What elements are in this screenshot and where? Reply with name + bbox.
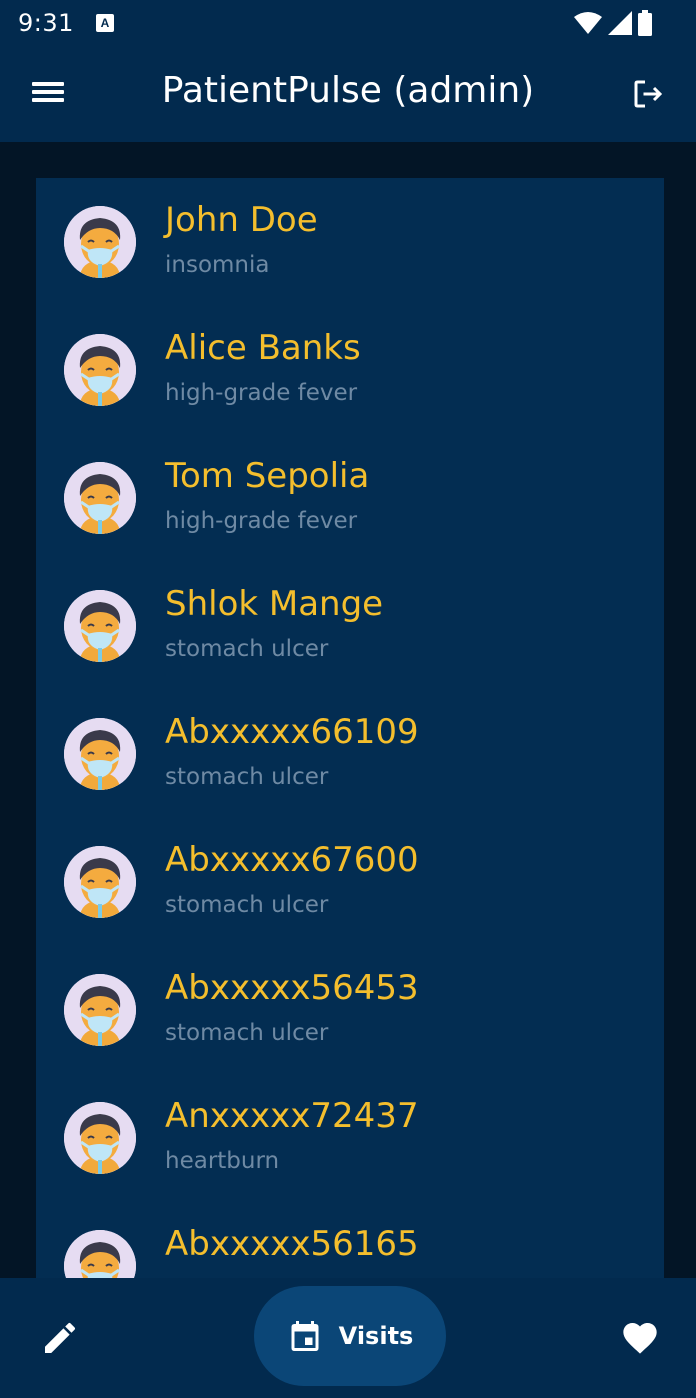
patient-name: Anxxxxx72437 bbox=[165, 1096, 419, 1136]
patient-avatar bbox=[64, 334, 136, 406]
logout-button[interactable] bbox=[630, 76, 666, 112]
status-time: 9:31 bbox=[18, 9, 74, 37]
app-bar: PatientPulse (admin) bbox=[0, 46, 696, 142]
patient-mask-avatar-icon bbox=[64, 974, 136, 1046]
calendar-icon bbox=[291, 1321, 319, 1351]
favorite-button[interactable] bbox=[620, 1318, 660, 1358]
patient-mask-avatar-icon bbox=[64, 846, 136, 918]
battery-icon bbox=[638, 10, 652, 36]
patient-condition: stomach ulcer bbox=[165, 1020, 329, 1046]
patient-mask-avatar-icon bbox=[64, 718, 136, 790]
patient-list-item[interactable]: Tom Sepolia high-grade fever bbox=[36, 434, 664, 562]
patient-name: Alice Banks bbox=[165, 328, 361, 368]
patient-condition: high-grade fever bbox=[165, 508, 358, 534]
patient-mask-avatar-icon bbox=[64, 590, 136, 662]
patient-name: Abxxxxx66109 bbox=[165, 712, 419, 752]
patient-avatar bbox=[64, 974, 136, 1046]
visits-label: Visits bbox=[338, 1322, 414, 1350]
edit-button[interactable] bbox=[40, 1318, 80, 1358]
patient-avatar bbox=[64, 462, 136, 534]
visits-button[interactable]: Visits bbox=[254, 1286, 446, 1386]
patient-list-item[interactable]: Anxxxxx72437 heartburn bbox=[36, 1074, 664, 1202]
patient-list-item[interactable]: Abxxxxx56453 stomach ulcer bbox=[36, 946, 664, 1074]
patient-list-item[interactable]: Shlok Mange stomach ulcer bbox=[36, 562, 664, 690]
patient-name: Abxxxxx67600 bbox=[165, 840, 419, 880]
patient-name: John Doe bbox=[165, 200, 318, 240]
pencil-icon bbox=[45, 1322, 75, 1353]
patient-condition: high-grade fever bbox=[165, 380, 358, 406]
patient-mask-avatar-icon bbox=[64, 1102, 136, 1174]
patient-condition: heartburn bbox=[165, 1148, 280, 1174]
patient-list-item[interactable]: Abxxxxx67600 stomach ulcer bbox=[36, 818, 664, 946]
patient-mask-avatar-icon bbox=[64, 206, 136, 278]
app-title: PatientPulse (admin) bbox=[161, 70, 535, 111]
status-icons bbox=[574, 10, 652, 36]
patient-avatar bbox=[64, 846, 136, 918]
patient-condition: stomach ulcer bbox=[165, 636, 329, 662]
patient-avatar bbox=[64, 1230, 136, 1278]
notification-badge-icon: A bbox=[95, 14, 114, 32]
patient-avatar bbox=[64, 590, 136, 662]
patient-name: Tom Sepolia bbox=[165, 456, 370, 496]
patient-list-item[interactable]: John Doe insomnia bbox=[36, 178, 664, 306]
heart-icon bbox=[623, 1323, 657, 1354]
bottom-bar: Visits bbox=[0, 1278, 696, 1398]
patient-avatar bbox=[64, 718, 136, 790]
signal-icon bbox=[608, 11, 632, 35]
patient-condition: insomnia bbox=[165, 252, 270, 278]
patient-name: Abxxxxx56453 bbox=[165, 968, 419, 1008]
patient-condition: stomach ulcer bbox=[165, 892, 329, 918]
patient-mask-avatar-icon bbox=[64, 462, 136, 534]
patient-name: Abxxxxx56165 bbox=[165, 1224, 419, 1264]
patient-name: Shlok Mange bbox=[165, 584, 384, 624]
patient-mask-avatar-icon bbox=[64, 1230, 136, 1278]
patient-avatar bbox=[64, 1102, 136, 1174]
patient-list-item[interactable]: Abxxxxx66109 stomach ulcer bbox=[36, 690, 664, 818]
patient-list-item[interactable]: Abxxxxx56165 bbox=[36, 1202, 664, 1278]
patient-list-item[interactable]: Alice Banks high-grade fever bbox=[36, 306, 664, 434]
patient-mask-avatar-icon bbox=[64, 334, 136, 406]
wifi-icon bbox=[574, 12, 602, 34]
patient-avatar bbox=[64, 206, 136, 278]
status-bar: 9:31 A bbox=[0, 0, 696, 46]
app-screen: 9:31 A PatientPulse (admin) John Doe ins… bbox=[0, 0, 696, 1398]
patient-condition: stomach ulcer bbox=[165, 764, 329, 790]
patient-list: John Doe insomnia Alice Banks high-grade fe… bbox=[36, 178, 664, 1278]
logout-icon bbox=[634, 80, 663, 108]
